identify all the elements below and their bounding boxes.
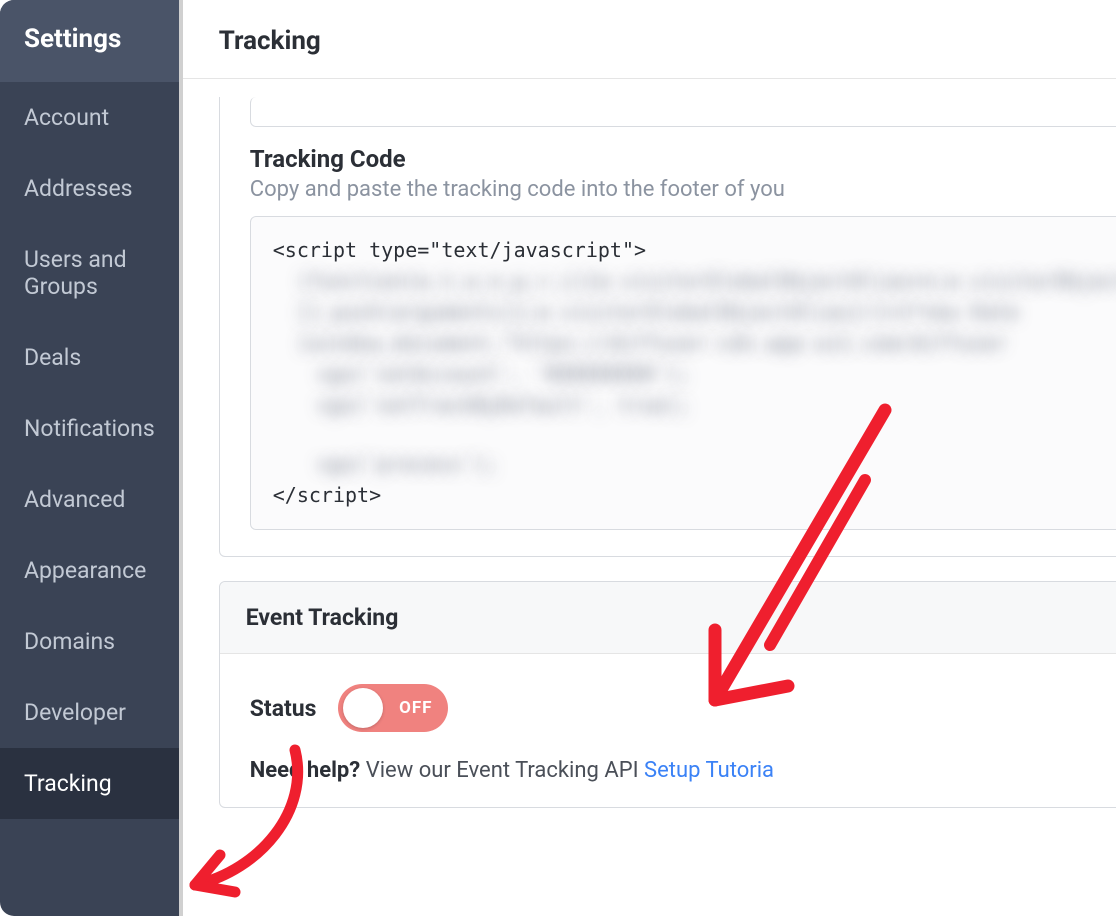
sidebar-item-account[interactable]: Account: [0, 82, 179, 153]
status-toggle[interactable]: OFF: [338, 684, 448, 732]
tracking-code-subheading: Copy and paste the tracking code into th…: [250, 177, 1116, 202]
code-line-blurred: vgo('setTrackByDefault', true);: [273, 390, 1116, 421]
main-body: Tracking Code Copy and paste the trackin…: [183, 79, 1116, 916]
sidebar-item-developer[interactable]: Developer: [0, 677, 179, 748]
setup-tutorial-link[interactable]: Setup Tutoria: [644, 758, 774, 783]
event-tracking-card: Event Tracking Status OFF Need help? Vie…: [219, 581, 1116, 808]
app-root: Settings Account Addresses Users and Gro…: [0, 0, 1116, 916]
code-line-close: </script>: [273, 480, 1116, 511]
main-panel: Tracking Tracking Code Copy and paste th…: [183, 0, 1116, 916]
sidebar-item-advanced[interactable]: Advanced: [0, 464, 179, 535]
help-text: View our Event Tracking API: [360, 758, 644, 783]
settings-sidebar: Settings Account Addresses Users and Gro…: [0, 0, 179, 916]
sidebar-item-domains[interactable]: Domains: [0, 606, 179, 677]
event-tracking-header: Event Tracking: [220, 582, 1116, 654]
sidebar-item-users-and-groups[interactable]: Users and Groups: [0, 224, 179, 322]
help-bold: Need help?: [250, 758, 360, 783]
code-line-blurred: vgo('process');: [273, 449, 1116, 480]
tracking-code-heading: Tracking Code: [250, 145, 1116, 173]
code-line-blurred: [].push(arguments)};e.visitorGlobalObjec…: [273, 297, 1116, 328]
sidebar-title: Settings: [0, 0, 179, 82]
status-label: Status: [250, 695, 317, 722]
toggle-state-label: OFF: [399, 698, 432, 718]
sidebar-item-notifications[interactable]: Notifications: [0, 393, 179, 464]
code-line-blurred: vgo('setAccount', '000000000');: [273, 359, 1116, 390]
tracking-code-card: Tracking Code Copy and paste the trackin…: [219, 97, 1116, 557]
code-line-blurred: [273, 421, 1116, 449]
tracking-code-box[interactable]: <script type="text/javascript"> (functio…: [250, 216, 1116, 530]
tracking-input-box[interactable]: [250, 97, 1116, 127]
sidebar-item-tracking[interactable]: Tracking: [0, 748, 179, 819]
main-header: Tracking: [183, 0, 1116, 79]
event-tracking-heading: Event Tracking: [246, 604, 1116, 631]
code-line-blurred: (function(e,t,o,n,p,r,i){e.visitorGlobal…: [273, 266, 1116, 297]
code-line-blurred: (window,document,"https://diffuser-cdn.a…: [273, 328, 1116, 359]
page-title: Tracking: [219, 26, 1116, 56]
event-status-row: Status OFF: [220, 654, 1116, 754]
sidebar-item-addresses[interactable]: Addresses: [0, 153, 179, 224]
sidebar-item-deals[interactable]: Deals: [0, 322, 179, 393]
toggle-knob: [343, 688, 383, 728]
sidebar-item-appearance[interactable]: Appearance: [0, 535, 179, 606]
code-line-open: <script type="text/javascript">: [273, 235, 1116, 266]
event-help-row: Need help? View our Event Tracking API S…: [220, 754, 1116, 807]
